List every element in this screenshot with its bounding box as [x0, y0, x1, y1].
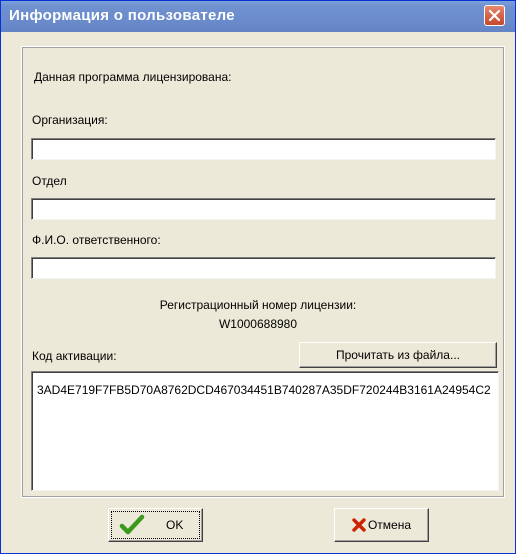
ok-button[interactable]: OK — [108, 508, 203, 542]
organization-label: Организация: — [32, 113, 108, 127]
responsible-field[interactable] — [31, 257, 496, 279]
title-bar[interactable]: Информация о пользователе — [1, 1, 515, 32]
responsible-label: Ф.И.О. ответственного: — [32, 233, 161, 247]
user-info-dialog: Информация о пользователе Данная програм… — [0, 0, 516, 554]
ok-label: OK — [166, 518, 184, 532]
organization-field[interactable] — [31, 138, 496, 160]
cross-icon — [352, 518, 366, 532]
cancel-button[interactable]: Отмена — [334, 508, 429, 542]
activation-code-textarea[interactable]: 3AD4E719F7FB5D70A8762DCD467034451B740287… — [31, 371, 499, 491]
department-field[interactable] — [31, 198, 496, 220]
cancel-label: Отмена — [367, 518, 412, 532]
close-button[interactable] — [484, 5, 505, 26]
activation-label: Код активации: — [32, 349, 117, 363]
registration-label: Регистрационный номер лицензии: — [159, 298, 357, 312]
department-label: Отдел — [32, 174, 67, 188]
read-from-file-button[interactable]: Прочитать из файла... — [299, 342, 497, 368]
close-icon — [488, 9, 501, 22]
registration-number: W1000688980 — [218, 317, 298, 331]
checkmark-icon — [119, 514, 145, 535]
window-title: Информация о пользователе — [9, 7, 235, 24]
license-group-title: Данная программа лицензирована: — [32, 70, 235, 84]
